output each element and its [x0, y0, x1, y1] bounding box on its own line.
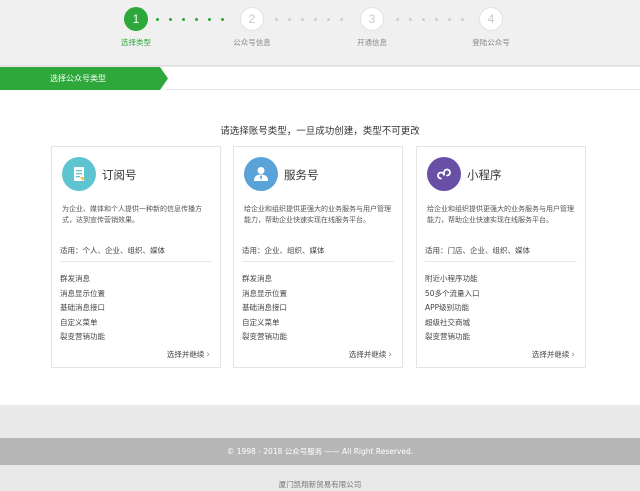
- card-title: 小程序: [467, 168, 502, 182]
- feature-item: 群发消息: [242, 274, 272, 283]
- feature-item: 超级社交商城: [425, 317, 470, 327]
- step-number: 4: [479, 7, 503, 31]
- card-divider: [60, 261, 212, 262]
- feature-item: APP级别功能: [425, 303, 470, 312]
- card-title: 服务号: [284, 168, 319, 182]
- account-type-card-service[interactable]: 服务号 给企业和组织提供更强大的业务服务与用户管理能力，帮助企业快速实现在线服务…: [233, 146, 403, 368]
- feature-item: 裂变营销功能: [242, 332, 287, 341]
- step-label: 选择类型: [121, 38, 151, 47]
- card-suitable: 适用：个人、企业、组织、媒体: [60, 246, 165, 255]
- feature-item: 消息显示位置: [60, 288, 105, 298]
- subscription-doc-icon: [62, 157, 96, 191]
- feature-item: 50多个流量入口: [425, 288, 480, 298]
- feature-item: 消息显示位置: [242, 288, 287, 298]
- feature-list: 附近小程序功能 50多个流量入口 APP级别功能 超级社交商城 裂变营销功能: [425, 273, 480, 346]
- feature-item: 裂变营销功能: [425, 332, 470, 341]
- select-continue-label: 选择并继续: [348, 350, 387, 359]
- section-tab-label: 选择公众号类型: [50, 74, 106, 83]
- step-label: 开通信息: [357, 38, 387, 47]
- step-label: 公众号信息: [233, 38, 271, 47]
- footer-copyright: © 1998 - 2018 公众号服务 —— All Right Reserve…: [0, 438, 640, 465]
- card-description: 为企业、媒体和个人提供一种新的信息传播方式，达到宣传营销效果。: [62, 205, 202, 224]
- chevron-right-icon: ›: [571, 350, 575, 360]
- step-4: 4 登陆公众号: [451, 7, 531, 48]
- feature-item: 群发消息: [60, 274, 90, 283]
- section-divider: [166, 89, 640, 90]
- progress-stepper: 1 选择类型 2 公众号信息 3 开通信息 4 登陆公众号: [0, 0, 640, 66]
- service-user-icon: [244, 157, 278, 191]
- card-suitable: 适用：企业、组织、媒体: [242, 246, 325, 255]
- step-label: 登陆公众号: [472, 38, 510, 47]
- mini-program-icon: [427, 157, 461, 191]
- feature-list: 群发消息 消息显示位置 基础消息接口 自定义菜单 裂变营销功能: [60, 273, 105, 346]
- step-number: 1: [124, 7, 148, 31]
- main-content: 选择公众号类型 请选择账号类型，一旦成功创建，类型不可更改 订阅号 为企业、媒体…: [0, 67, 640, 405]
- card-description: 给企业和组织提供更强大的业务服务与用户管理能力，帮助企业快速实现在线服务平台。: [427, 205, 574, 224]
- page-heading: 请选择账号类型，一旦成功创建，类型不可更改: [220, 126, 420, 137]
- step-1: 1 选择类型: [96, 7, 176, 48]
- feature-item: 裂变营销功能: [60, 332, 105, 341]
- card-divider: [242, 261, 394, 262]
- select-continue-link[interactable]: 选择并继续 ›: [532, 349, 575, 360]
- feature-item: 自定义菜单: [60, 317, 98, 327]
- footer-spacer: [0, 405, 640, 438]
- account-type-card-mini-program[interactable]: 小程序 给企业和组织提供更强大的业务服务与用户管理能力，帮助企业快速实现在线服务…: [416, 146, 586, 368]
- feature-item: 附近小程序功能: [425, 274, 478, 283]
- card-divider: [425, 261, 577, 262]
- feature-item: 自定义菜单: [242, 317, 280, 327]
- step-number: 3: [360, 7, 384, 31]
- section-tab: 选择公众号类型: [0, 67, 170, 90]
- account-type-card-subscription[interactable]: 订阅号 为企业、媒体和个人提供一种新的信息传播方式，达到宣传营销效果。 适用：个…: [51, 146, 221, 368]
- footer-company: 厦门凯翔新贸易有限公司: [0, 465, 640, 491]
- feature-list: 群发消息 消息显示位置 基础消息接口 自定义菜单 裂变营销功能: [242, 273, 287, 346]
- card-suitable: 适用：门店、企业、组织、媒体: [425, 246, 530, 255]
- card-title: 订阅号: [102, 168, 137, 182]
- feature-item: 基础消息接口: [60, 303, 105, 312]
- select-continue-label: 选择并继续: [531, 350, 570, 359]
- select-continue-link[interactable]: 选择并继续 ›: [167, 349, 210, 360]
- select-continue-link[interactable]: 选择并继续 ›: [349, 349, 392, 360]
- step-3: 3 开通信息: [332, 7, 412, 48]
- step-number: 2: [240, 7, 264, 31]
- chevron-right-icon: ›: [206, 350, 210, 360]
- select-continue-label: 选择并继续: [166, 350, 205, 359]
- step-2: 2 公众号信息: [212, 7, 292, 48]
- feature-item: 基础消息接口: [242, 303, 287, 312]
- chevron-right-icon: ›: [388, 350, 392, 360]
- card-description: 给企业和组织提供更强大的业务服务与用户管理能力，帮助企业快速实现在线服务平台。: [244, 205, 391, 224]
